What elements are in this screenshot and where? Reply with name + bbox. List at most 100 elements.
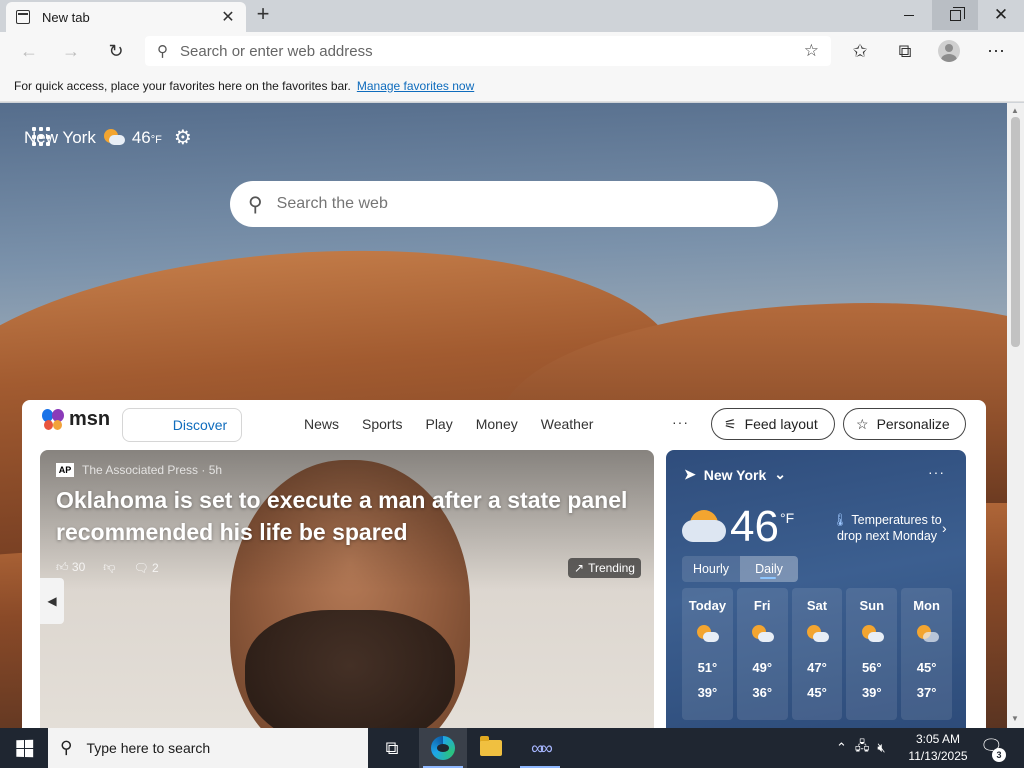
- tab-title: New tab: [42, 9, 90, 25]
- msn-logo[interactable]: msn: [42, 408, 110, 431]
- sliders-icon: ⚟: [724, 415, 737, 432]
- refresh-button[interactable]: ↻: [101, 37, 131, 65]
- page-scrollbar[interactable]: ▲ ▼: [1007, 103, 1024, 728]
- weather-alert[interactable]: 🌡︎ Temperatures to drop next Monday: [828, 512, 946, 544]
- system-tray: ⌃ 🖧︎ 🔇︎: [836, 728, 886, 768]
- forecast-day[interactable]: Sun 56° 39°: [846, 588, 898, 720]
- trending-arrow-icon: ↗: [574, 561, 585, 575]
- weather-temperature: 46: [730, 502, 779, 551]
- partly-cloudy-icon: [102, 128, 126, 148]
- forecast-day[interactable]: Sat 47° 45°: [791, 588, 843, 720]
- msn-logo-text: msn: [69, 408, 111, 430]
- search-icon: ⚲: [60, 738, 73, 757]
- weather-unit: °F: [780, 510, 795, 526]
- partly-cloudy-icon: [682, 504, 728, 544]
- address-input[interactable]: [180, 42, 804, 60]
- start-button[interactable]: [0, 728, 48, 768]
- close-window-button[interactable]: ✕: [978, 0, 1024, 30]
- story-photo-detail: [245, 610, 455, 728]
- favorites-button[interactable]: ✩: [845, 37, 875, 65]
- forecast-day[interactable]: Fri 49° 36°: [736, 588, 788, 720]
- nav-weather[interactable]: Weather: [541, 416, 594, 432]
- address-bar[interactable]: ⚲ ☆: [145, 36, 831, 66]
- windows-logo-icon: [15, 739, 33, 757]
- task-view-button[interactable]: ⧉: [368, 728, 416, 768]
- feed-layout-button[interactable]: ⚟ Feed layout: [711, 408, 835, 440]
- minimize-icon: [904, 14, 914, 16]
- scroll-up-arrow-icon[interactable]: ▲: [1011, 106, 1019, 115]
- comment-icon: 🗨︎: [133, 560, 149, 575]
- folder-icon: [480, 736, 502, 756]
- tab-daily[interactable]: Daily: [740, 556, 798, 582]
- clock-time: 3:05 AM: [915, 732, 961, 746]
- chevron-right-icon[interactable]: ›: [942, 520, 947, 536]
- restore-icon: [949, 6, 965, 21]
- weather-card[interactable]: ➤ New York ⌄ ··· 46 °F 🌡︎ Temperatures t…: [666, 450, 966, 728]
- feed-layout-label: Feed layout: [744, 416, 818, 432]
- search-icon: ⚲: [157, 43, 168, 60]
- edge-taskbar-button[interactable]: [419, 728, 467, 768]
- like-button[interactable]: 👍︎ 30: [56, 560, 85, 575]
- web-search-input[interactable]: [276, 195, 760, 213]
- nav-news[interactable]: News: [304, 416, 339, 432]
- nav-money[interactable]: Money: [476, 416, 518, 432]
- new-tab-button[interactable]: +: [252, 3, 274, 27]
- network-icon[interactable]: 🖧︎: [855, 737, 870, 759]
- story-headline[interactable]: Oklahoma is set to execute a man after a…: [56, 484, 646, 548]
- carousel-previous-button[interactable]: ◀: [40, 578, 64, 624]
- app-icon: ∞∞: [531, 737, 553, 758]
- clock[interactable]: 3:05 AM 11/13/2025: [906, 731, 970, 765]
- feed-nav: News Sports Play Money Weather: [304, 416, 593, 432]
- comments-button[interactable]: 🗨︎ 2: [133, 561, 158, 575]
- partly-cloudy-icon: [750, 624, 775, 646]
- close-tab-icon[interactable]: ✕: [220, 7, 236, 27]
- nav-sports[interactable]: Sports: [362, 416, 402, 432]
- chevron-down-icon: ⌄: [774, 466, 786, 482]
- weather-location[interactable]: ➤ New York ⌄: [684, 466, 786, 483]
- favorites-bar: For quick access, place your favorites h…: [0, 70, 1024, 102]
- browser-tab[interactable]: New tab ✕: [6, 2, 246, 32]
- weather-more-button[interactable]: ···: [928, 464, 945, 480]
- tab-hourly[interactable]: Hourly: [682, 556, 740, 582]
- scroll-down-arrow-icon[interactable]: ▼: [1011, 714, 1019, 723]
- restore-button[interactable]: [932, 0, 978, 30]
- location-arrow-icon: ➤: [684, 466, 696, 482]
- volume-muted-icon[interactable]: 🔇︎: [877, 740, 885, 756]
- dislike-icon[interactable]: 👎︎: [103, 560, 115, 575]
- forward-button[interactable]: →: [56, 37, 86, 65]
- discover-button[interactable]: Discover: [122, 408, 242, 442]
- nav-play[interactable]: Play: [425, 416, 452, 432]
- minimize-button[interactable]: [886, 0, 932, 30]
- taskbar-search-box[interactable]: ⚲ Type here to search: [48, 728, 368, 768]
- collections-button[interactable]: ⧉: [890, 37, 920, 65]
- settings-more-button[interactable]: ⋯: [981, 37, 1011, 65]
- profile-avatar[interactable]: [938, 40, 960, 62]
- page-settings-gear-icon[interactable]: ⚙: [174, 125, 192, 150]
- web-search-box[interactable]: ⚲: [230, 181, 778, 227]
- notification-count-badge: 3: [992, 748, 1006, 762]
- notification-center-button[interactable]: 🗨︎ 3: [980, 736, 1006, 762]
- forecast-day[interactable]: Mon 45° 37°: [901, 588, 952, 720]
- taskbar-search-placeholder: Type here to search: [86, 740, 211, 756]
- newtab-page-icon: [16, 10, 30, 24]
- title-bar: New tab ✕ + ✕: [0, 0, 1024, 32]
- more-nav-button[interactable]: ···: [672, 414, 689, 430]
- show-hidden-icons-chevron-icon[interactable]: ⌃: [836, 740, 847, 756]
- manage-favorites-link[interactable]: Manage favorites now: [357, 79, 474, 93]
- forecast-day[interactable]: Today 51° 39°: [682, 588, 733, 720]
- file-explorer-button[interactable]: [467, 728, 515, 768]
- sparkle-star-icon: ☆: [856, 415, 869, 432]
- back-button[interactable]: ←: [14, 37, 44, 65]
- personalize-button[interactable]: ☆ Personalize: [843, 408, 966, 440]
- hero-story-card[interactable]: AP The Associated Press · 5h Oklahoma is…: [40, 450, 654, 728]
- scrollbar-thumb[interactable]: [1011, 117, 1020, 347]
- story-source: AP The Associated Press · 5h: [56, 463, 222, 477]
- daily-forecast: Today 51° 39° Fri 49° 36° Sat 47° 45° Su…: [682, 588, 952, 720]
- msn-feed: msn Discover News Sports Play Money Weat…: [22, 400, 986, 728]
- add-favorite-star-icon[interactable]: ☆: [804, 41, 819, 61]
- app-taskbar-button[interactable]: ∞∞: [516, 728, 564, 768]
- clock-date: 11/13/2025: [908, 749, 968, 763]
- edge-icon: [431, 736, 455, 760]
- app-launcher-icon[interactable]: [32, 127, 52, 147]
- personalize-label: Personalize: [876, 416, 950, 432]
